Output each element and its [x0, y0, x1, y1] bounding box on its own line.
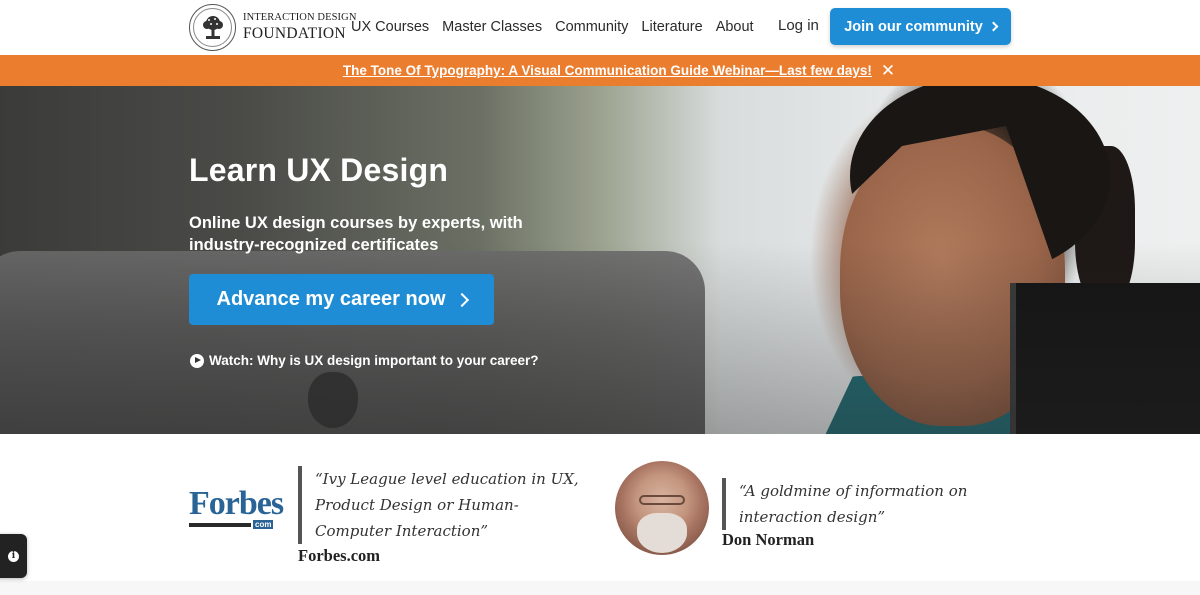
testimonials-section: Forbes com “Ivy League level education i…	[0, 434, 1200, 581]
avatar-glasses	[639, 495, 685, 505]
tree-icon	[202, 16, 223, 39]
logo-line-2: FOUNDATION	[243, 24, 346, 42]
advance-career-label: Advance my career now	[216, 288, 446, 310]
watch-video-label: Watch: Why is UX design important to you…	[209, 353, 539, 368]
hero-title: Learn UX Design	[189, 152, 449, 188]
hero-subtitle: Online UX design courses by experts, wit…	[189, 214, 523, 254]
login-link[interactable]: Log in	[778, 16, 819, 36]
testimonial-don-norman: “A goldmine of information on interactio…	[722, 478, 999, 550]
testimonial-quote: “Ivy League level education in UX, Produ…	[315, 470, 579, 540]
forbes-wordmark: Forbes	[189, 485, 284, 522]
hero-overlay	[0, 86, 1200, 434]
join-community-button[interactable]: Join our community	[830, 8, 1011, 45]
nav-literature[interactable]: Literature	[641, 17, 702, 37]
hero-section: Learn UX Design Online UX design courses…	[0, 86, 1200, 434]
chevron-right-icon	[988, 21, 999, 32]
site-header: INTERACTION DESIGN FOUNDATION UX Courses…	[0, 0, 1200, 55]
nav-master-classes[interactable]: Master Classes	[442, 17, 542, 37]
watch-video-link[interactable]: Watch: Why is UX design important to you…	[190, 353, 539, 368]
info-icon: i	[8, 550, 19, 562]
quote-divider	[298, 466, 302, 544]
main-nav: UX Courses Master Classes Community Lite…	[351, 17, 767, 37]
avatar-beard	[637, 513, 687, 553]
quote-divider	[722, 478, 726, 530]
join-community-label: Join our community	[844, 18, 983, 35]
nav-community[interactable]: Community	[555, 17, 628, 37]
logo-text: INTERACTION DESIGN FOUNDATION	[243, 12, 357, 42]
close-icon[interactable]: ✕	[881, 62, 895, 79]
nav-ux-courses[interactable]: UX Courses	[351, 17, 429, 37]
testimonial-author: Forbes.com	[298, 546, 381, 565]
chevron-right-icon	[454, 292, 469, 307]
avatar	[615, 461, 709, 555]
testimonial-quote: “A goldmine of information on interactio…	[739, 482, 968, 526]
forbes-com: com	[253, 520, 274, 529]
promo-banner-link[interactable]: The Tone Of Typography: A Visual Communi…	[343, 63, 872, 78]
advance-career-button[interactable]: Advance my career now	[189, 274, 494, 325]
logo-link[interactable]: INTERACTION DESIGN FOUNDATION	[189, 3, 357, 51]
forbes-bar	[189, 522, 251, 527]
testimonial-forbes: “Ivy League level education in UX, Produ…	[298, 466, 585, 566]
next-section-strip	[0, 581, 1200, 595]
testimonial-author: Don Norman	[722, 530, 815, 549]
promo-banner: The Tone Of Typography: A Visual Communi…	[0, 55, 1200, 86]
info-button[interactable]: i	[0, 534, 27, 578]
logo-line-1: INTERACTION DESIGN	[243, 12, 357, 23]
tree-emblem-icon	[189, 3, 236, 51]
forbes-logo: Forbes com	[189, 485, 286, 529]
nav-about[interactable]: About	[716, 17, 754, 37]
play-icon	[190, 353, 204, 368]
